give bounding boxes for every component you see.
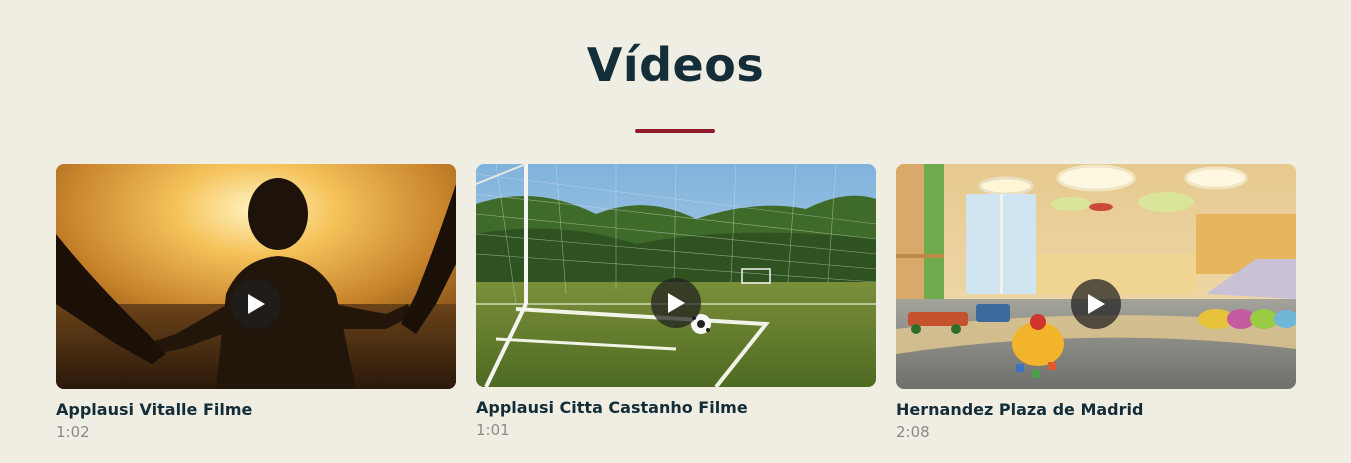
video-title[interactable]: Applausi Vitalle Filme	[56, 400, 456, 419]
play-button[interactable]	[1071, 279, 1121, 329]
soccer-field-thumbnail-image	[476, 164, 876, 387]
video-card[interactable]: Hernandez Plaza de Madrid 2:08	[896, 164, 1296, 441]
play-button[interactable]	[651, 278, 701, 328]
sunset-family-thumbnail-image	[56, 164, 456, 389]
video-thumbnail[interactable]	[896, 164, 1296, 389]
video-duration: 2:08	[896, 423, 930, 441]
play-icon	[668, 293, 685, 313]
video-card[interactable]: Applausi Vitalle Filme 1:02	[56, 164, 456, 441]
section-title: Vídeos	[586, 38, 765, 92]
video-card[interactable]: Applausi Citta Castanho Filme 1:01	[476, 164, 876, 439]
video-duration: 1:02	[56, 423, 90, 441]
video-duration: 1:01	[476, 421, 510, 439]
title-divider	[635, 129, 715, 133]
play-button[interactable]	[231, 279, 281, 329]
video-title[interactable]: Hernandez Plaza de Madrid	[896, 400, 1296, 419]
play-icon	[248, 294, 265, 314]
video-title[interactable]: Applausi Citta Castanho Filme	[476, 398, 876, 417]
video-thumbnail[interactable]	[476, 164, 876, 387]
playroom-thumbnail-image	[896, 164, 1296, 389]
video-thumbnail[interactable]	[56, 164, 456, 389]
play-icon	[1088, 294, 1105, 314]
